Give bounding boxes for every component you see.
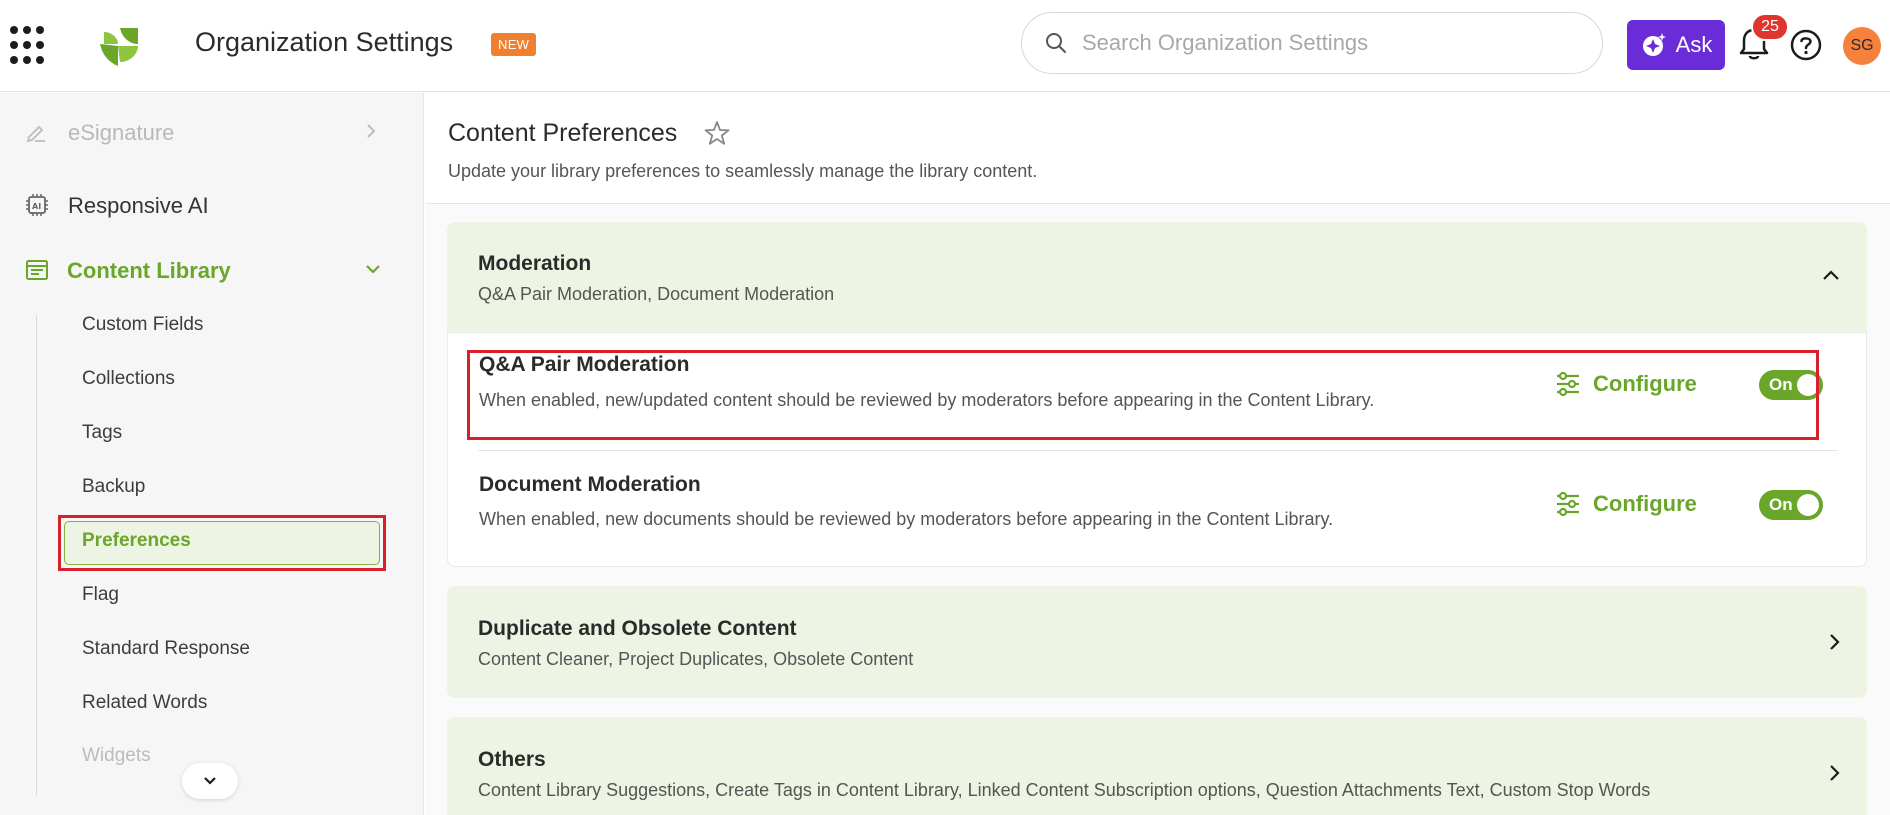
sidebar-item-esignature[interactable]: eSignature <box>0 113 423 153</box>
star-favorite-icon[interactable] <box>703 119 731 147</box>
sidebar-item-label: Content Library <box>67 258 231 283</box>
ai-chip-icon: AI <box>26 194 48 216</box>
chevron-right-icon <box>367 124 376 138</box>
configure-button[interactable]: Configure <box>1555 491 1697 517</box>
search-input[interactable] <box>1082 30 1562 56</box>
app-launcher-grid-icon[interactable] <box>10 26 50 66</box>
toggle-label: On <box>1769 495 1793 514</box>
sidebar-subitem-custom-fields[interactable]: Custom Fields <box>82 314 203 336</box>
sidebar-subitem-preferences[interactable]: Preferences <box>82 530 191 552</box>
svg-text:AI: AI <box>32 202 41 211</box>
section-title: Moderation <box>478 252 592 275</box>
section-summary: Content Library Suggestions, Create Tags… <box>478 780 1651 800</box>
sidebar-subitem-flag[interactable]: Flag <box>82 584 119 606</box>
setting-row-document-moderation: Document Moderation When enabled, new do… <box>448 451 1868 569</box>
sidebar: eSignature AI Responsive AI Content Libr… <box>0 93 424 815</box>
sidebar-item-content-library[interactable]: Content Library <box>0 248 423 292</box>
chevron-right-icon[interactable] <box>1827 631 1841 653</box>
page-title: Content Preferences <box>448 119 678 147</box>
section-moderation-header[interactable]: Moderation Q&A Pair Moderation, Document… <box>447 222 1867 332</box>
app-title: Organization Settings <box>195 27 454 57</box>
sidebar-subitem-tags[interactable]: Tags <box>82 422 122 444</box>
section-summary: Q&A Pair Moderation, Document Moderation <box>478 284 835 304</box>
page-header: Content Preferences Update your library … <box>425 93 1890 204</box>
company-logo <box>100 28 138 66</box>
pen-signature-icon <box>26 125 45 143</box>
sidebar-subitem-backup[interactable]: Backup <box>82 476 145 498</box>
sidebar-subitem-standard-response[interactable]: Standard Response <box>82 638 250 660</box>
chevron-down-icon <box>204 777 216 785</box>
chevron-up-icon[interactable] <box>1821 268 1841 282</box>
setting-title: Document Moderation <box>479 473 701 496</box>
user-avatar[interactable]: SG <box>1843 27 1881 65</box>
chevron-down-icon <box>366 265 380 274</box>
section-others[interactable]: Others Content Library Suggestions, Crea… <box>447 717 1867 815</box>
document-moderation-toggle[interactable]: On <box>1759 490 1823 520</box>
configure-label: Configure <box>1593 491 1697 516</box>
section-title: Duplicate and Obsolete Content <box>478 617 797 640</box>
library-icon <box>26 260 48 280</box>
section-title: Others <box>478 748 546 771</box>
section-duplicate-obsolete[interactable]: Duplicate and Obsolete Content Content C… <box>447 586 1867 698</box>
search-icon <box>1046 33 1066 53</box>
help-icon[interactable] <box>1789 28 1823 62</box>
chevron-right-icon[interactable] <box>1827 762 1841 784</box>
section-summary: Content Cleaner, Project Duplicates, Obs… <box>478 649 914 669</box>
search-bar[interactable] <box>1021 12 1603 74</box>
ask-label: Ask <box>1675 32 1713 57</box>
page-subtitle: Update your library preferences to seaml… <box>448 161 1038 181</box>
sidebar-subitem-widgets[interactable]: Widgets <box>82 745 151 767</box>
tree-guide-line <box>36 315 37 795</box>
highlight-box <box>467 350 1819 440</box>
scroll-down-button[interactable] <box>182 763 238 799</box>
sliders-icon <box>1557 491 1579 517</box>
sidebar-item-responsive-ai[interactable]: AI Responsive AI <box>0 185 423 225</box>
sidebar-item-label: eSignature <box>68 120 175 145</box>
sparkle-icon <box>1642 33 1666 56</box>
main-content: Content Preferences Update your library … <box>425 93 1890 815</box>
sidebar-item-label: Responsive AI <box>68 193 209 218</box>
top-header: Organization Settings NEW Ask 25 SG <box>0 0 1890 92</box>
toggle-knob <box>1797 494 1819 516</box>
setting-description: When enabled, new documents should be re… <box>479 509 1334 529</box>
sidebar-subitem-related-words[interactable]: Related Words <box>82 692 207 714</box>
notification-count-badge: 25 <box>1751 13 1789 41</box>
ask-button[interactable]: Ask <box>1627 20 1725 70</box>
new-badge: NEW <box>491 33 537 56</box>
sidebar-subitem-collections[interactable]: Collections <box>82 368 175 390</box>
